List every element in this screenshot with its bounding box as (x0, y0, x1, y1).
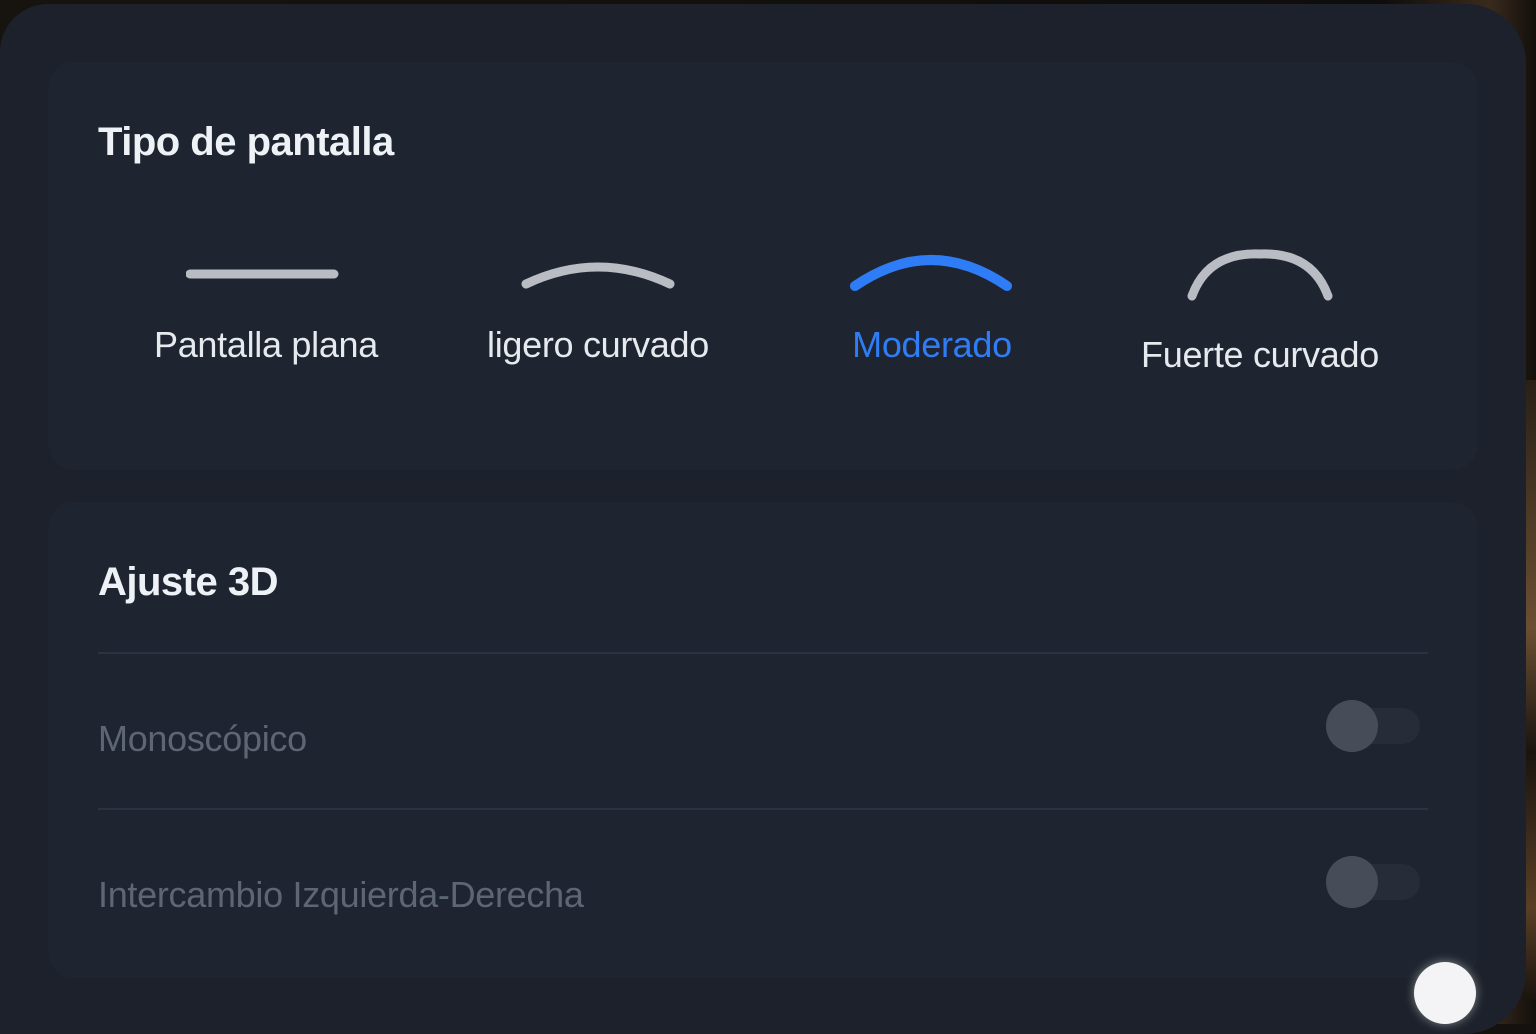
toggle-knob (1326, 700, 1378, 752)
divider (98, 652, 1428, 654)
background: Tipo de pantalla Pantalla plana ligero c… (0, 0, 1536, 1034)
screen-type-title: Tipo de pantalla (98, 120, 394, 164)
screen-option-slight-curve-label: ligero curvado (487, 324, 709, 365)
screen-option-flat-label: Pantalla plana (154, 324, 378, 365)
moderate-curve-icon (850, 255, 1012, 291)
adjust-3d-card: Ajuste 3D Monoscópico Intercambio Izquie… (48, 502, 1478, 978)
screen-option-strong-curve-label: Fuerte curvado (1141, 334, 1379, 375)
screen-option-slight-curve[interactable]: ligero curvado (448, 242, 748, 392)
screen-option-moderate-label: Moderado (852, 324, 1012, 365)
divider (98, 808, 1428, 810)
strong-curve-icon (1187, 249, 1333, 301)
monoscopic-toggle[interactable] (1326, 700, 1422, 752)
screen-option-strong-curve[interactable]: Fuerte curvado (1110, 242, 1410, 392)
screen-option-flat[interactable]: Pantalla plana (116, 242, 416, 392)
monoscopic-label: Monoscópico (98, 718, 307, 759)
left-right-swap-toggle[interactable] (1326, 856, 1422, 908)
screen-option-moderate[interactable]: Moderado (782, 242, 1082, 392)
slight-curve-icon (521, 262, 675, 289)
left-right-swap-label: Intercambio Izquierda-Derecha (98, 874, 584, 915)
flat-screen-icon (186, 269, 339, 279)
settings-panel: Tipo de pantalla Pantalla plana ligero c… (0, 4, 1526, 1034)
adjust-3d-title: Ajuste 3D (98, 560, 279, 604)
toggle-knob (1326, 856, 1378, 908)
pointer-cursor-dot (1414, 962, 1476, 1024)
screen-type-card: Tipo de pantalla Pantalla plana ligero c… (48, 62, 1478, 470)
